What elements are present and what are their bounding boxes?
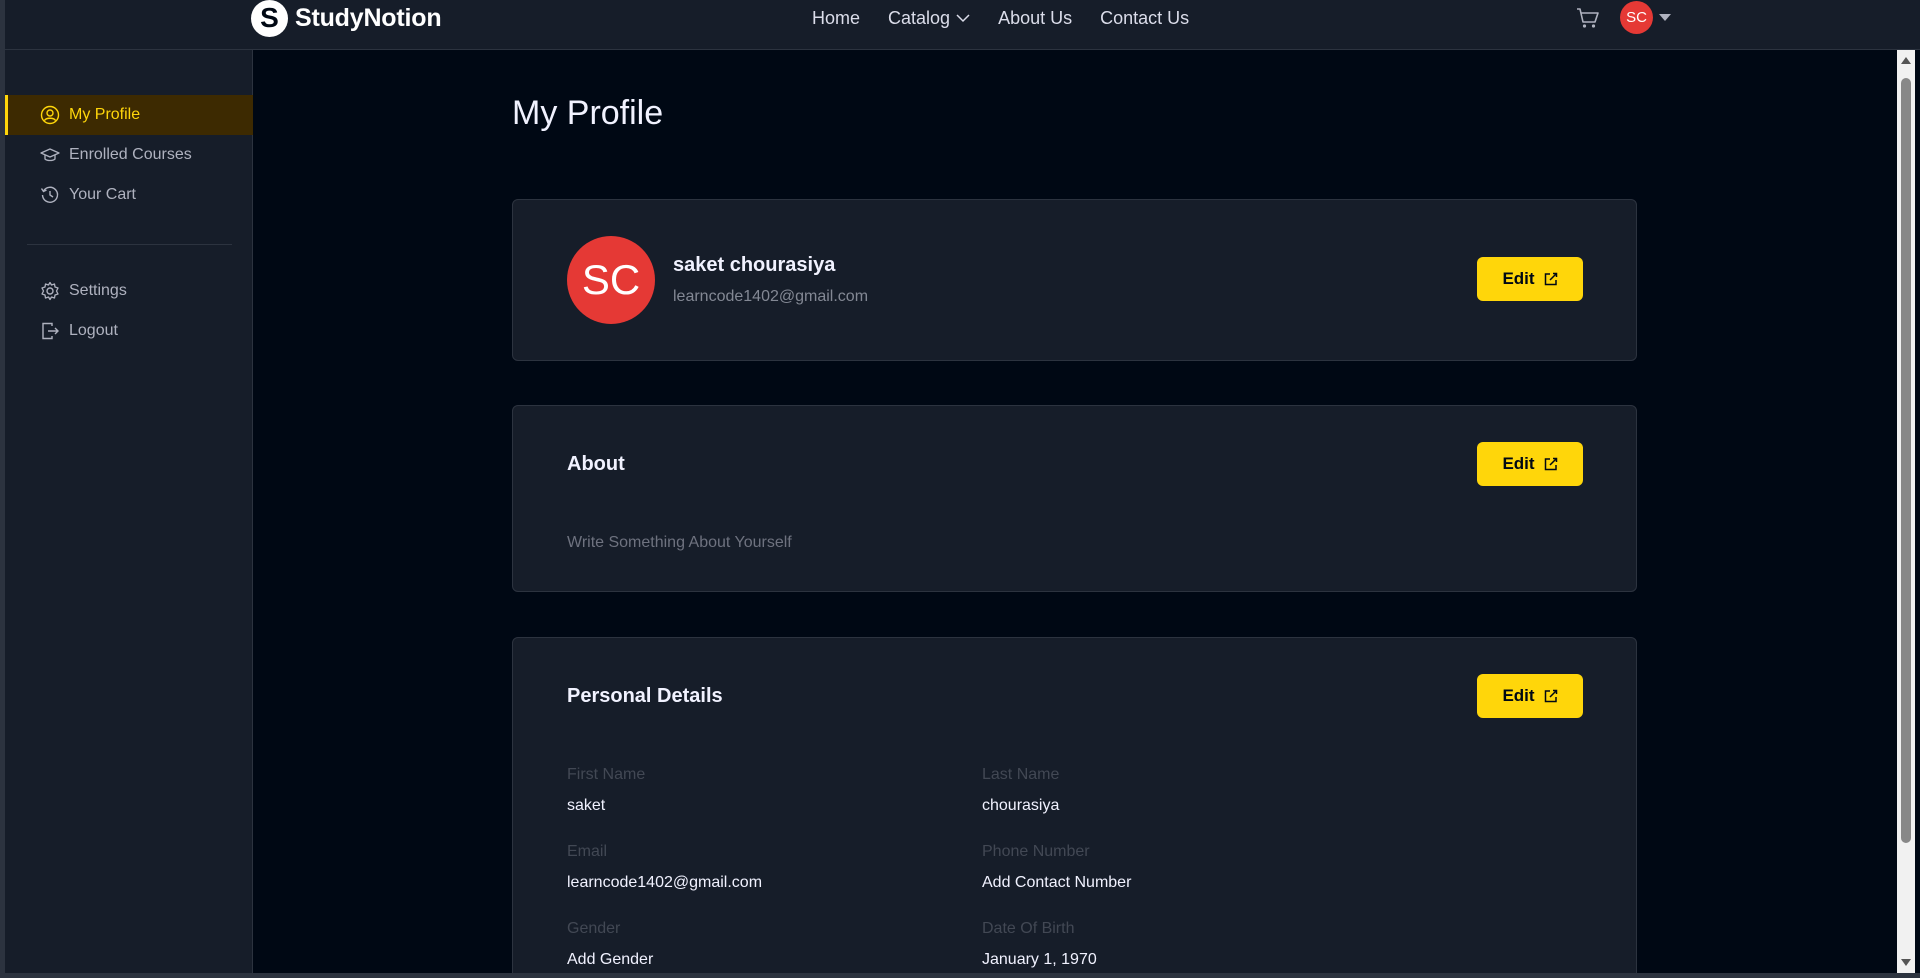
sidebar-item-your-cart[interactable]: Your Cart <box>5 175 253 215</box>
logo-text: StudyNotion <box>295 3 442 32</box>
vertical-scrollbar[interactable] <box>1897 50 1915 973</box>
sidebar-item-my-profile[interactable]: My Profile <box>5 95 253 135</box>
email-label: Email <box>567 843 608 860</box>
chevron-down-icon <box>956 13 970 22</box>
user-name: saket chourasiya <box>673 254 836 276</box>
scroll-up-arrow-icon[interactable] <box>1901 57 1911 64</box>
edit-profile-button[interactable]: Edit <box>1477 257 1583 301</box>
last-name-value: chourasiya <box>982 797 1060 814</box>
sidebar-item-label: Settings <box>69 282 127 299</box>
cart-icon[interactable] <box>1576 7 1600 29</box>
nav-link-catalog[interactable]: Catalog <box>888 8 970 29</box>
edit-personal-details-button[interactable]: Edit <box>1477 674 1583 718</box>
personal-details-heading: Personal Details <box>567 685 723 707</box>
sidebar-divider <box>27 244 232 245</box>
sidebar: My Profile Enrolled Courses Your Cart Se… <box>5 50 253 973</box>
gear-icon <box>41 281 59 301</box>
phone-number-label: Phone Number <box>982 843 1090 860</box>
user-circle-icon <box>40 105 60 125</box>
edit-about-button[interactable]: Edit <box>1477 442 1583 486</box>
history-icon <box>40 186 59 203</box>
last-name-label: Last Name <box>982 766 1060 783</box>
about-card: About Edit Write Something About Yoursel… <box>512 405 1637 592</box>
nav-links: Home Catalog About Us Contact Us <box>812 0 1217 36</box>
edit-icon <box>1544 272 1557 286</box>
profile-card: SC saket chourasiya learncode1402@gmail.… <box>512 199 1637 361</box>
logout-icon <box>42 322 59 340</box>
date-of-birth-label: Date Of Birth <box>982 920 1075 937</box>
sidebar-item-logout[interactable]: Logout <box>5 311 253 351</box>
about-heading: About <box>567 453 625 475</box>
user-email: learncode1402@gmail.com <box>673 288 869 305</box>
caret-down-icon[interactable] <box>1659 14 1671 21</box>
about-text: Write Something About Yourself <box>567 534 792 551</box>
graduation-cap-icon <box>40 148 60 162</box>
sidebar-item-label: My Profile <box>69 106 141 123</box>
nav-link-home[interactable]: Home <box>812 8 860 29</box>
first-name-label: First Name <box>567 766 646 783</box>
gender-value: Add Gender <box>567 951 654 968</box>
sidebar-item-enrolled-courses[interactable]: Enrolled Courses <box>5 135 253 175</box>
date-of-birth-value: January 1, 1970 <box>982 951 1097 968</box>
sidebar-item-label: Enrolled Courses <box>69 146 192 163</box>
sidebar-item-settings[interactable]: Settings <box>5 271 253 311</box>
avatar[interactable]: SC <box>1620 1 1653 34</box>
email-value: learncode1402@gmail.com <box>567 874 763 891</box>
scroll-down-arrow-icon[interactable] <box>1901 959 1911 966</box>
gender-label: Gender <box>567 920 621 937</box>
logo[interactable]: S StudyNotion <box>251 0 442 37</box>
window-frame-bottom <box>0 973 1920 978</box>
nav-link-contact[interactable]: Contact Us <box>1100 8 1189 29</box>
sidebar-item-label: Your Cart <box>69 186 136 203</box>
edit-icon <box>1544 689 1557 703</box>
first-name-value: saket <box>567 797 606 814</box>
profile-avatar: SC <box>567 236 655 324</box>
nav-link-about[interactable]: About Us <box>998 8 1072 29</box>
logo-mark: S <box>251 0 288 37</box>
scrollbar-thumb[interactable] <box>1901 78 1911 843</box>
personal-details-card: Personal Details Edit First Name saket L… <box>512 637 1637 978</box>
sidebar-item-label: Logout <box>69 322 118 339</box>
edit-icon <box>1544 457 1557 471</box>
top-navbar: S StudyNotion Home Catalog About Us Cont… <box>5 0 1920 50</box>
page-title: My Profile <box>512 94 664 132</box>
phone-number-value: Add Contact Number <box>982 874 1132 891</box>
